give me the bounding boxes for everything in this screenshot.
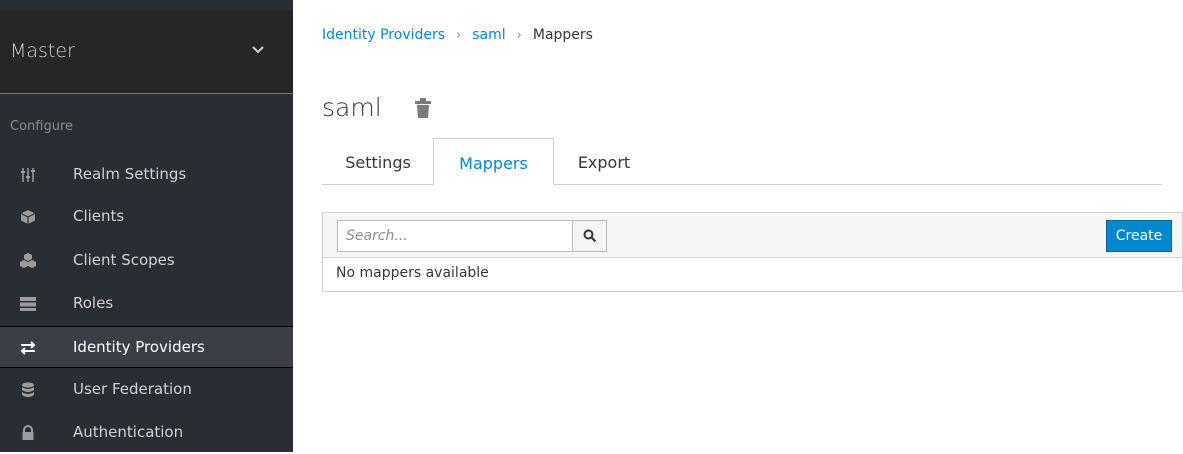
breadcrumb-saml[interactable]: saml — [472, 27, 505, 43]
sidebar-item-roles[interactable]: Roles — [0, 283, 293, 325]
breadcrumb-separator: › — [516, 27, 522, 43]
section-label-configure: Configure — [10, 119, 74, 134]
sidebar-item-client-scopes[interactable]: Client Scopes — [0, 240, 293, 282]
tab-export[interactable]: Export — [554, 138, 654, 185]
empty-table-message: No mappers available — [322, 257, 1183, 292]
lock-icon — [22, 425, 34, 440]
sidebar-item-label: Clients — [73, 207, 125, 225]
sidebar-item-authentication[interactable]: Authentication — [0, 412, 293, 454]
sidebar-item-label: Client Scopes — [73, 251, 175, 269]
cube-icon — [20, 210, 36, 224]
search-button[interactable] — [572, 220, 607, 252]
page-title: saml — [322, 93, 382, 122]
search-input[interactable] — [337, 220, 573, 252]
tabs: Settings Mappers Export — [322, 138, 1162, 186]
list-icon — [20, 297, 36, 311]
breadcrumb-identity-providers[interactable]: Identity Providers — [322, 27, 445, 43]
database-icon — [22, 382, 34, 397]
table-toolbar: Create — [322, 212, 1183, 258]
realm-name[interactable]: Master — [10, 40, 75, 62]
breadcrumb-mappers: Mappers — [532, 27, 593, 43]
tab-mappers[interactable]: Mappers — [433, 138, 554, 186]
sidebar: Master Configure Realm Settings Clients … — [0, 0, 293, 452]
sidebar-item-clients[interactable]: Clients — [0, 196, 293, 238]
create-button[interactable]: Create — [1106, 220, 1172, 252]
breadcrumb: Identity Providers › saml › Mappers — [322, 27, 593, 43]
chevron-down-icon[interactable] — [250, 43, 266, 57]
sidebar-item-label: User Federation — [73, 380, 192, 398]
sidebar-item-realm-settings[interactable]: Realm Settings — [0, 154, 293, 196]
sidebar-item-label: Realm Settings — [73, 165, 187, 183]
sidebar-item-identity-providers[interactable]: Identity Providers — [0, 326, 293, 368]
sidebar-item-label: Authentication — [73, 423, 184, 441]
sidebar-item-user-federation[interactable]: User Federation — [0, 369, 293, 411]
sliders-icon — [21, 168, 35, 182]
trash-icon[interactable] — [414, 97, 432, 119]
cubes-icon — [20, 253, 36, 268]
tab-settings[interactable]: Settings — [322, 138, 434, 185]
exchange-icon — [20, 341, 36, 355]
search-icon — [583, 229, 596, 243]
sidebar-item-label: Roles — [73, 294, 114, 312]
breadcrumb-separator: › — [456, 27, 462, 43]
sidebar-item-label: Identity Providers — [73, 338, 205, 356]
